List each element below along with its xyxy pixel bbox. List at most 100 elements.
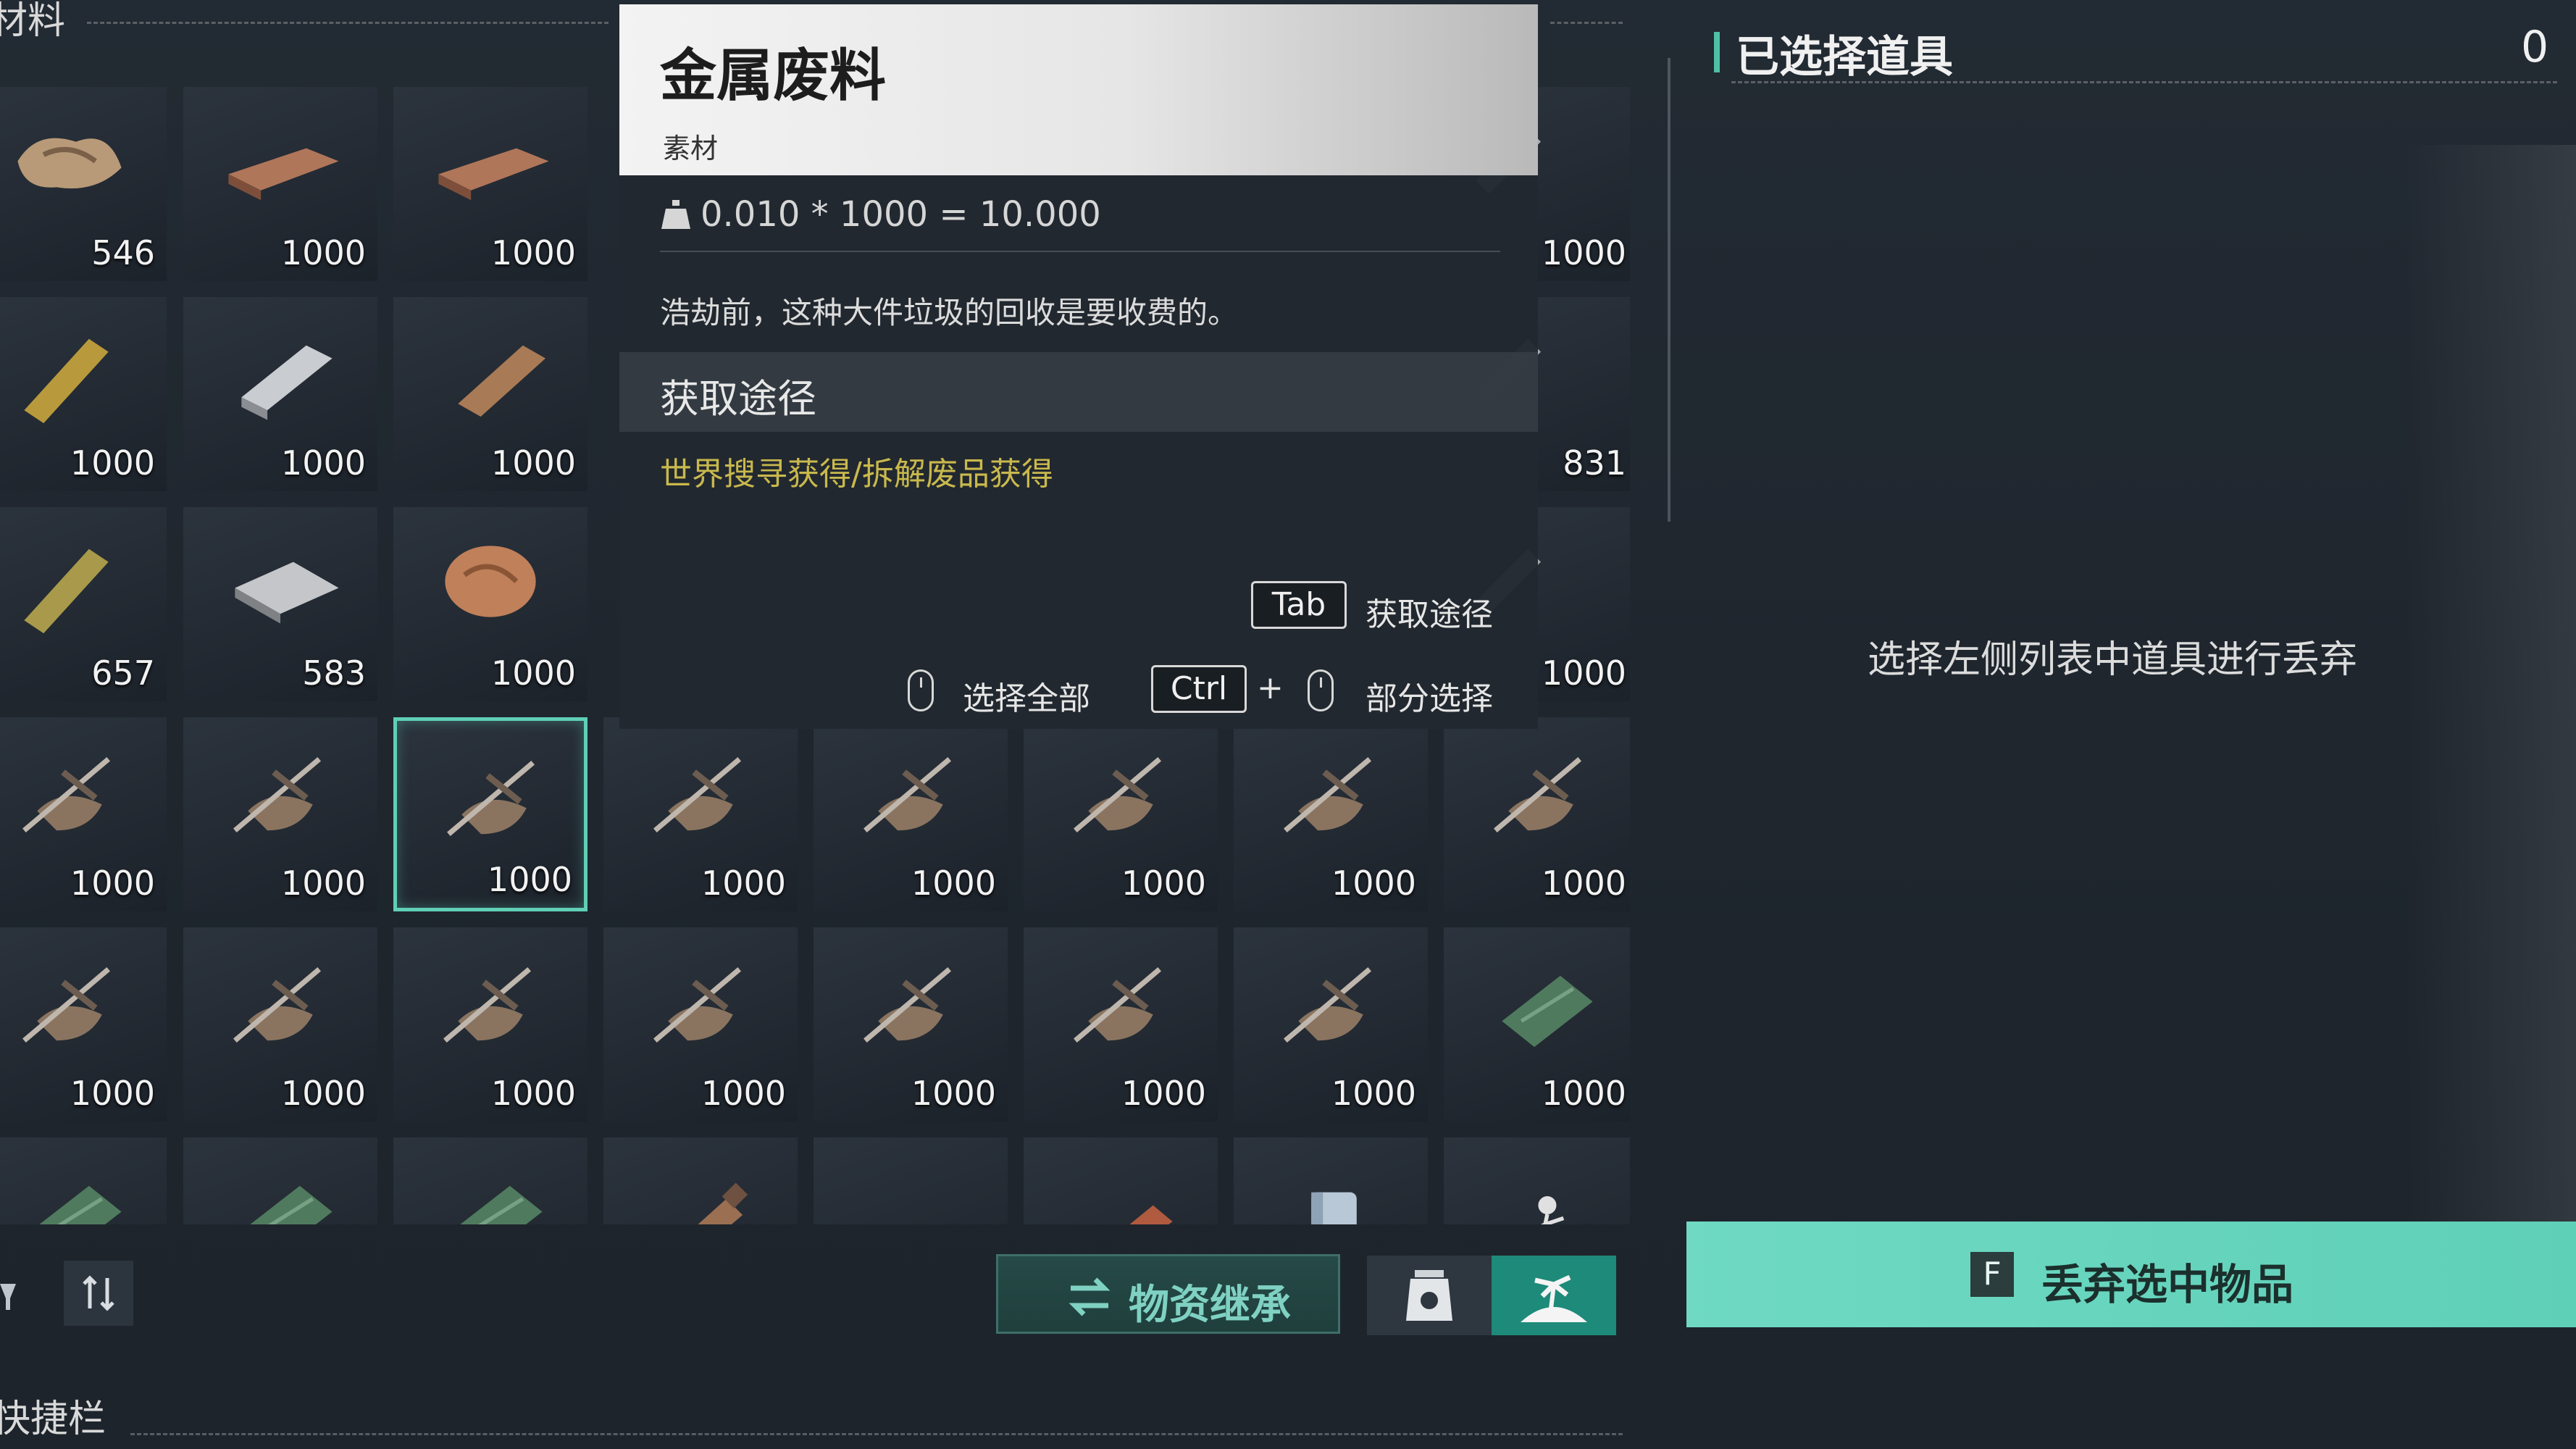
inventory-slot[interactable]: 1000 [393, 717, 587, 911]
metal-scrap-icon [443, 967, 531, 1043]
inventory-slot[interactable]: 1000 [393, 297, 587, 491]
slot-quantity: 583 [302, 653, 366, 693]
sort-icon [83, 1275, 114, 1311]
slot-quantity: 1000 [1121, 1074, 1206, 1113]
mouse-left-icon [908, 669, 934, 711]
metal-scrap-icon [22, 967, 110, 1043]
slot-quantity: 1000 [1541, 1074, 1626, 1113]
wood-plank-icon [228, 148, 339, 201]
slot-quantity: 1000 [1541, 653, 1626, 693]
slot-quantity: 1000 [280, 443, 366, 483]
slot-quantity: 831 [1563, 443, 1626, 483]
inventory-slot[interactable] [1444, 1137, 1630, 1224]
inventory-slot[interactable]: 1000 [814, 927, 1008, 1122]
inventory-slot[interactable]: 1000 [814, 717, 1008, 911]
inventory-slot[interactable]: 1000 [1444, 717, 1630, 911]
sort-button[interactable] [64, 1261, 133, 1326]
inventory-slot[interactable] [603, 1137, 798, 1224]
slot-quantity: 1000 [701, 864, 786, 903]
inventory-slot[interactable]: 546 [0, 87, 167, 281]
inventory-slot[interactable]: 1000 [603, 927, 798, 1122]
slot-quantity: 1000 [280, 233, 366, 272]
slot-quantity: 546 [91, 233, 155, 272]
swap-icon [1069, 1277, 1111, 1316]
inventory-slot[interactable]: 1000 [0, 927, 167, 1122]
brass-ingot-icon [24, 338, 109, 424]
metal-scrap-icon [1074, 757, 1161, 832]
section-divider [87, 22, 609, 24]
panel-divider [1668, 58, 1670, 522]
tooltip-title: 金属废料 [660, 43, 887, 109]
metal-scrap-icon [447, 761, 535, 836]
island-tab-button[interactable] [1492, 1256, 1616, 1335]
metal-scrap-icon [233, 757, 321, 832]
inventory-slot[interactable]: 1000 [1444, 927, 1630, 1122]
selected-items-title: 已选择道具 [1736, 32, 1953, 83]
copper-ingot-icon [458, 345, 546, 417]
tooltip-weight-text: 0.010 * 1000 = 10.000 [701, 194, 1101, 235]
inventory-slot[interactable]: 1000 [0, 717, 167, 911]
ore-chunk-icon [445, 546, 536, 617]
metal-scrap-icon [1494, 757, 1581, 832]
inventory-slot[interactable]: 1000 [183, 717, 377, 911]
cloth-bundle-icon [39, 1185, 122, 1224]
inventory-slot[interactable]: 1000 [603, 717, 798, 911]
inventory-slot[interactable] [1234, 1137, 1428, 1224]
inventory-slot[interactable]: 583 [183, 507, 377, 701]
inventory-slot[interactable] [0, 1137, 167, 1224]
inventory-slot[interactable]: 1000 [183, 87, 377, 281]
f-key: F [1970, 1252, 2014, 1297]
tooltip-header: 金属废料 素材 [619, 4, 1538, 175]
steel-ingot-icon [241, 345, 333, 420]
log-icon [1129, 1205, 1173, 1224]
select-all-label: 选择全部 [963, 680, 1090, 717]
slot-quantity: 1000 [490, 443, 576, 483]
plus-sign: + [1257, 669, 1284, 706]
inventory-slot[interactable]: 1000 [183, 927, 377, 1122]
canister-icon [1311, 1192, 1357, 1224]
item-tooltip: 金属废料 素材 0.010 * 1000 = 10.000 浩劫前，这种大件垃圾… [619, 4, 1538, 729]
tooltip-weight: 0.010 * 1000 = 10.000 [661, 194, 1101, 235]
metal-scrap-icon [653, 967, 741, 1043]
slot-quantity: 1000 [70, 1074, 155, 1113]
bag-tab-button[interactable] [1367, 1256, 1492, 1335]
tab-key[interactable]: Tab [1251, 581, 1347, 629]
tooltip-category: 素材 [663, 133, 719, 164]
inventory-slot[interactable]: 1000 [0, 297, 167, 491]
inventory-slot[interactable]: 1000 [1234, 717, 1428, 911]
inventory-slot[interactable]: 1000 [1234, 927, 1428, 1122]
inventory-slot[interactable]: 1000 [1024, 927, 1218, 1122]
inventory-slot[interactable]: 1000 [393, 87, 587, 281]
metal-scrap-icon [22, 757, 110, 832]
slot-quantity: 657 [91, 653, 155, 693]
inventory-slot[interactable]: 1000 [393, 927, 587, 1122]
inventory-slot[interactable]: 1000 [183, 297, 377, 491]
slot-quantity: 1000 [280, 1074, 366, 1113]
mouse-left-icon [1308, 669, 1334, 711]
cloth-bundle-icon [1502, 975, 1593, 1048]
inventory-slot[interactable]: 1000 [393, 507, 587, 701]
drop-selected-button[interactable]: F 丢弃选中物品 [1686, 1222, 2576, 1327]
title-divider [1731, 81, 2557, 83]
slot-quantity: 1000 [1541, 233, 1626, 272]
partial-select-label: 部分选择 [1366, 680, 1493, 717]
inventory-slot[interactable]: 657 [0, 507, 167, 701]
inventory-slot[interactable] [1024, 1137, 1218, 1224]
slot-quantity: 1000 [911, 1074, 996, 1113]
ctrl-key[interactable]: Ctrl [1151, 665, 1247, 713]
scrap-pile-icon [17, 138, 122, 189]
inherit-button[interactable]: 物资继承 [996, 1254, 1340, 1334]
metal-scrap-icon [653, 757, 741, 832]
inventory-slot[interactable]: 1000 [1024, 717, 1218, 911]
inventory-slot[interactable] [183, 1137, 377, 1224]
empty-selection-hint: 选择左侧列表中道具进行丢弃 [1868, 638, 2358, 682]
metal-scrap-icon [863, 967, 951, 1043]
filter-icon[interactable] [0, 1269, 29, 1320]
inventory-slot[interactable] [393, 1137, 587, 1224]
slot-quantity: 1000 [490, 233, 576, 272]
slot-quantity: 1000 [70, 864, 155, 903]
slot-quantity: 1000 [1121, 864, 1206, 903]
tooltip-separator [660, 251, 1500, 252]
slot-quantity: 1000 [911, 864, 996, 903]
inventory-slot[interactable] [814, 1137, 1008, 1224]
